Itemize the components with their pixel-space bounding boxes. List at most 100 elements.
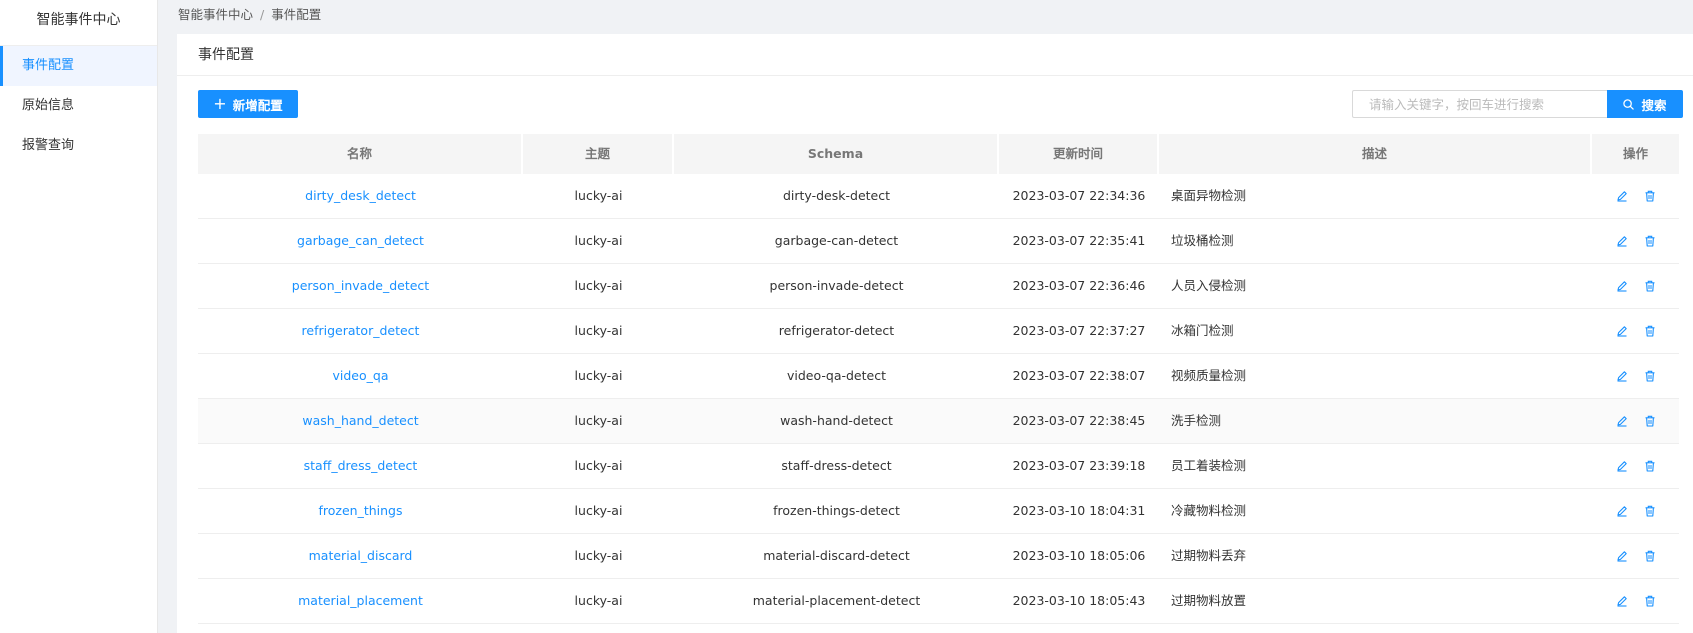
cell-updated-time: 2023-03-07 22:37:27: [1012, 323, 1146, 338]
cell-schema: garbage-can-detect: [774, 233, 899, 248]
column-header-topic: 主题: [523, 134, 674, 174]
cell-topic: lucky-ai: [574, 593, 623, 608]
event-name-link[interactable]: video_qa: [198, 354, 523, 398]
table-row: frozen_things lucky-ai frozen-things-det…: [198, 489, 1679, 534]
edit-icon[interactable]: [1615, 504, 1629, 518]
table-row: video_qa lucky-ai video-qa-detect 2023-0…: [198, 354, 1679, 399]
cell-actions: [1592, 534, 1679, 578]
add-config-button[interactable]: + 新增配置: [198, 90, 298, 118]
event-name-link[interactable]: dirty_desk_detect: [198, 174, 523, 218]
edit-icon[interactable]: [1615, 234, 1629, 248]
column-header-desc: 描述: [1159, 134, 1592, 174]
cell-schema: refrigerator-detect: [778, 323, 895, 338]
sidebar-item-event-config[interactable]: 事件配置: [0, 46, 157, 86]
event-name-link[interactable]: refrigerator_detect: [198, 309, 523, 353]
cell-actions: [1592, 579, 1679, 623]
table-row: material_discard lucky-ai material-disca…: [198, 534, 1679, 579]
cell-description: 冰箱门检测: [1171, 323, 1234, 338]
table-row: material_placement lucky-ai material-pla…: [198, 579, 1679, 624]
cell-actions: [1592, 399, 1679, 443]
cell-updated-time: 2023-03-07 22:36:46: [1012, 278, 1146, 293]
app-title: 智能事件中心: [0, 0, 157, 46]
cell-description: 过期物料丢弃: [1171, 548, 1247, 563]
table-row: dirty_desk_detect lucky-ai dirty-desk-de…: [198, 174, 1679, 219]
edit-icon[interactable]: [1615, 279, 1629, 293]
cell-topic: lucky-ai: [574, 413, 623, 428]
cell-topic: lucky-ai: [574, 188, 623, 203]
search-input[interactable]: [1352, 90, 1608, 118]
delete-icon[interactable]: [1643, 324, 1657, 338]
edit-icon[interactable]: [1615, 459, 1629, 473]
cell-updated-time: 2023-03-10 18:05:43: [1012, 593, 1146, 608]
event-name-link[interactable]: garbage_can_detect: [198, 219, 523, 263]
sidebar: 智能事件中心 事件配置 原始信息 报警查询: [0, 0, 158, 633]
cell-schema: staff-dress-detect: [781, 458, 892, 473]
event-name-link[interactable]: wash_hand_detect: [198, 399, 523, 443]
cell-actions: [1592, 354, 1679, 398]
cell-topic: lucky-ai: [574, 323, 623, 338]
cell-topic: lucky-ai: [574, 503, 623, 518]
table-header: 名称 主题 Schema 更新时间 描述 操作: [198, 134, 1679, 174]
sidebar-item-alarm-query[interactable]: 报警查询: [0, 126, 157, 166]
cell-schema: dirty-desk-detect: [782, 188, 890, 203]
delete-icon[interactable]: [1643, 459, 1657, 473]
cell-description: 洗手检测: [1171, 413, 1222, 428]
column-header-name: 名称: [198, 134, 523, 174]
delete-icon[interactable]: [1643, 414, 1657, 428]
cell-actions: [1592, 444, 1679, 488]
event-name-link[interactable]: material_discard: [198, 534, 523, 578]
table-row: refrigerator_detect lucky-ai refrigerato…: [198, 309, 1679, 354]
table-row: garbage_can_detect lucky-ai garbage-can-…: [198, 219, 1679, 264]
search-button[interactable]: 搜索: [1607, 90, 1683, 118]
cell-description: 视频质量检测: [1171, 368, 1247, 383]
edit-icon[interactable]: [1615, 594, 1629, 608]
edit-icon[interactable]: [1615, 324, 1629, 338]
delete-icon[interactable]: [1643, 549, 1657, 563]
sidebar-item-raw-info[interactable]: 原始信息: [0, 86, 157, 126]
edit-icon[interactable]: [1615, 414, 1629, 428]
delete-icon[interactable]: [1643, 189, 1657, 203]
breadcrumb: 智能事件中心 / 事件配置: [178, 0, 321, 30]
delete-icon[interactable]: [1643, 369, 1657, 383]
edit-icon[interactable]: [1615, 369, 1629, 383]
event-name-link[interactable]: person_invade_detect: [198, 264, 523, 308]
breadcrumb-root[interactable]: 智能事件中心: [178, 7, 253, 22]
delete-icon[interactable]: [1643, 594, 1657, 608]
table-row: person_invade_detect lucky-ai person-inv…: [198, 264, 1679, 309]
cell-topic: lucky-ai: [574, 368, 623, 383]
cell-topic: lucky-ai: [574, 278, 623, 293]
delete-icon[interactable]: [1643, 504, 1657, 518]
event-name-link[interactable]: staff_dress_detect: [198, 444, 523, 488]
cell-schema: material-placement-detect: [752, 593, 921, 608]
cell-updated-time: 2023-03-07 23:39:18: [1012, 458, 1146, 473]
cell-schema: frozen-things-detect: [773, 503, 900, 518]
cell-schema: wash-hand-detect: [780, 413, 893, 428]
breadcrumb-current: 事件配置: [271, 7, 322, 22]
event-config-table: 名称 主题 Schema 更新时间 描述 操作 dirty_desk_detec…: [198, 134, 1679, 624]
plus-icon: +: [213, 94, 227, 113]
event-name-link[interactable]: material_placement: [198, 579, 523, 623]
cell-schema: material-discard-detect: [763, 548, 910, 563]
cell-description: 垃圾桶检测: [1171, 233, 1234, 248]
cell-updated-time: 2023-03-10 18:05:06: [1012, 548, 1146, 563]
breadcrumb-separator: /: [260, 7, 265, 22]
cell-schema: person-invade-detect: [769, 278, 904, 293]
table-body: dirty_desk_detect lucky-ai dirty-desk-de…: [198, 174, 1679, 624]
edit-icon[interactable]: [1615, 189, 1629, 203]
cell-description: 员工着装检测: [1171, 458, 1247, 473]
main-content: 事件配置 + 新增配置 搜索 名称 主题 Schema 更新时间 描述 操作 d…: [177, 34, 1693, 633]
cell-topic: lucky-ai: [574, 233, 623, 248]
cell-schema: video-qa-detect: [787, 368, 886, 383]
cell-description: 人员入侵检测: [1171, 278, 1247, 293]
cell-actions: [1592, 219, 1679, 263]
cell-topic: lucky-ai: [574, 548, 623, 563]
cell-description: 桌面异物检测: [1171, 188, 1247, 203]
column-header-updated: 更新时间: [999, 134, 1159, 174]
edit-icon[interactable]: [1615, 549, 1629, 563]
cell-actions: [1592, 264, 1679, 308]
table-row: staff_dress_detect lucky-ai staff-dress-…: [198, 444, 1679, 489]
delete-icon[interactable]: [1643, 234, 1657, 248]
event-name-link[interactable]: frozen_things: [198, 489, 523, 533]
delete-icon[interactable]: [1643, 279, 1657, 293]
add-config-label: 新增配置: [232, 97, 283, 113]
